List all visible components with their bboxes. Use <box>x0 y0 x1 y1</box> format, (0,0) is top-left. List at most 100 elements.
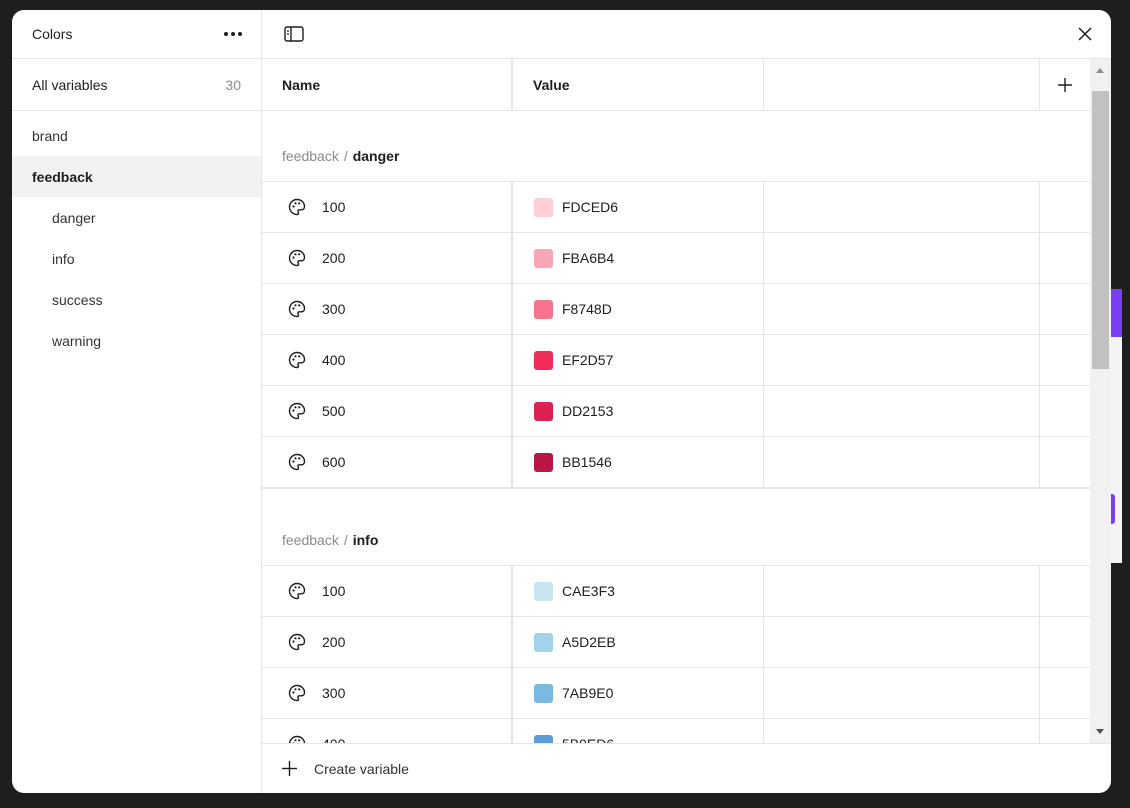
group-name: danger <box>352 148 400 164</box>
table-row[interactable]: 500 DD2153 <box>262 386 1090 437</box>
variables-main: Name Value feedback / danger 100 FDCED6 200 FB… <box>262 10 1111 793</box>
empty-cell <box>764 335 1040 385</box>
vertical-scrollbar[interactable] <box>1090 59 1111 743</box>
variable-value-cell[interactable]: DD2153 <box>513 386 764 436</box>
variable-value-cell[interactable]: FBA6B4 <box>513 233 764 283</box>
sidebar-item-brand[interactable]: brand <box>12 115 261 156</box>
color-swatch[interactable] <box>534 350 553 370</box>
toggle-sidebar-button[interactable] <box>280 20 308 48</box>
empty-cell <box>1040 386 1090 436</box>
color-swatch[interactable] <box>534 581 553 601</box>
more-options-icon <box>224 32 228 36</box>
variable-name-cell[interactable]: 100 <box>262 566 513 616</box>
color-swatch[interactable] <box>534 197 553 217</box>
variable-value-cell[interactable]: FDCED6 <box>513 182 764 232</box>
color-palette-icon <box>288 300 306 318</box>
empty-cell <box>1040 233 1090 283</box>
variable-name-cell[interactable]: 400 <box>262 719 513 743</box>
sidebar-header: Colors <box>12 10 261 59</box>
variable-name-cell[interactable]: 500 <box>262 386 513 436</box>
scroll-thumb[interactable] <box>1092 91 1109 369</box>
color-hex-value: EF2D57 <box>562 352 614 368</box>
group-list: brand feedback danger info success warning <box>12 111 261 361</box>
group-separator: / <box>343 532 348 548</box>
plus-icon <box>1058 77 1072 92</box>
sidebar-item-info[interactable]: info <box>12 238 261 279</box>
scroll-down-arrow[interactable] <box>1096 729 1104 734</box>
empty-cell <box>1040 437 1090 487</box>
table-row[interactable]: 100 CAE3F3 <box>262 566 1090 617</box>
variable-name: 200 <box>322 634 346 650</box>
group-separator: / <box>343 148 348 164</box>
color-hex-value: A5D2EB <box>562 634 616 650</box>
variable-name: 300 <box>322 685 346 701</box>
variable-name-cell[interactable]: 100 <box>262 182 513 232</box>
table-row[interactable]: 200 A5D2EB <box>262 617 1090 668</box>
empty-cell <box>764 719 1040 743</box>
variable-name-cell[interactable]: 200 <box>262 233 513 283</box>
column-header-name[interactable]: Name <box>262 59 513 110</box>
color-palette-icon <box>288 684 306 702</box>
variable-value-cell[interactable]: BB1546 <box>513 437 764 487</box>
variable-name: 500 <box>322 403 346 419</box>
table-row[interactable]: 400 EF2D57 <box>262 335 1090 386</box>
table-row[interactable]: 600 BB1546 <box>262 437 1090 488</box>
variable-name-cell[interactable]: 200 <box>262 617 513 667</box>
group-parent-label: feedback <box>282 532 339 548</box>
empty-cell <box>1040 284 1090 334</box>
color-swatch[interactable] <box>534 248 553 268</box>
column-header-value[interactable]: Value <box>513 59 764 110</box>
all-variables-label: All variables <box>32 76 108 93</box>
empty-cell <box>764 233 1040 283</box>
color-swatch[interactable] <box>534 734 553 743</box>
table-row[interactable]: 200 FBA6B4 <box>262 233 1090 284</box>
table-row[interactable]: 400 5B9ED6 <box>262 719 1090 743</box>
color-swatch[interactable] <box>534 683 553 703</box>
color-swatch[interactable] <box>534 299 553 319</box>
background-canvas-panel <box>1110 337 1122 563</box>
variable-value-cell[interactable]: CAE3F3 <box>513 566 764 616</box>
table-row[interactable]: 100 FDCED6 <box>262 182 1090 233</box>
color-palette-icon <box>288 198 306 216</box>
scroll-up-arrow[interactable] <box>1096 68 1104 73</box>
variable-name-cell[interactable]: 600 <box>262 437 513 487</box>
add-mode-button[interactable] <box>1040 59 1090 110</box>
color-swatch[interactable] <box>534 401 553 421</box>
color-hex-value: FDCED6 <box>562 199 619 215</box>
variable-name-cell[interactable]: 400 <box>262 335 513 385</box>
all-variables-item[interactable]: All variables 30 <box>12 59 261 111</box>
table-row[interactable]: 300 F8748D <box>262 284 1090 335</box>
create-variable-button[interactable]: Create variable <box>262 743 1111 793</box>
sidebar-panel-icon <box>284 26 304 42</box>
variable-name: 100 <box>322 199 346 215</box>
sidebar-item-warning[interactable]: warning <box>12 320 261 361</box>
more-options-button[interactable] <box>215 20 251 48</box>
create-variable-label: Create variable <box>314 760 409 777</box>
color-palette-icon <box>288 249 306 267</box>
color-swatch[interactable] <box>534 632 553 652</box>
empty-cell <box>764 566 1040 616</box>
sidebar-item-success[interactable]: success <box>12 279 261 320</box>
variable-value-cell[interactable]: F8748D <box>513 284 764 334</box>
column-header-empty <box>764 59 1040 110</box>
variable-value-cell[interactable]: EF2D57 <box>513 335 764 385</box>
variable-value-cell[interactable]: A5D2EB <box>513 617 764 667</box>
variable-name-cell[interactable]: 300 <box>262 668 513 718</box>
color-palette-icon <box>288 735 306 743</box>
sidebar-item-danger[interactable]: danger <box>12 197 261 238</box>
empty-cell <box>764 437 1040 487</box>
color-swatch[interactable] <box>534 452 553 472</box>
close-button[interactable] <box>1071 20 1099 48</box>
table-row[interactable]: 300 7AB9E0 <box>262 668 1090 719</box>
group-name: info <box>352 532 379 548</box>
variable-name-cell[interactable]: 300 <box>262 284 513 334</box>
empty-cell <box>1040 719 1090 743</box>
empty-cell <box>764 668 1040 718</box>
color-palette-icon <box>288 402 306 420</box>
variable-value-cell[interactable]: 5B9ED6 <box>513 719 764 743</box>
empty-cell <box>764 182 1040 232</box>
color-hex-value: 7AB9E0 <box>562 685 614 701</box>
variable-value-cell[interactable]: 7AB9E0 <box>513 668 764 718</box>
sidebar-item-feedback[interactable]: feedback <box>12 156 261 197</box>
close-icon <box>1078 27 1092 41</box>
